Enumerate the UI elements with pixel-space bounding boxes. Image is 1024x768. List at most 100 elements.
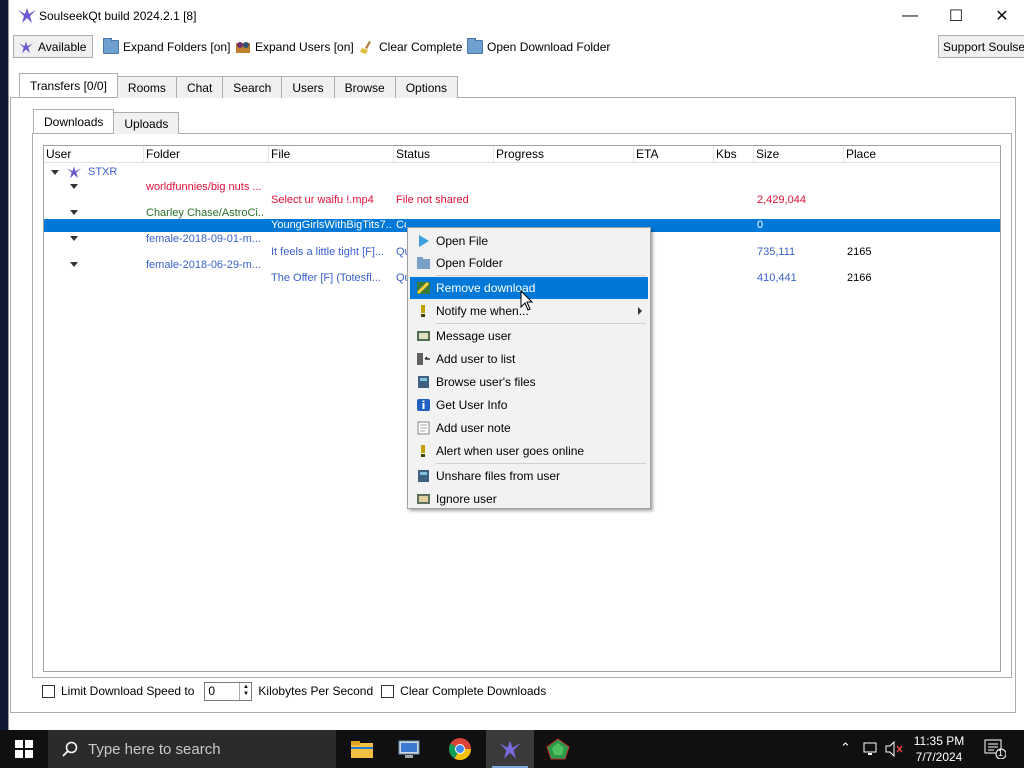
soulseek-bird-icon — [18, 8, 36, 23]
size-cell: 735,111 — [757, 246, 796, 258]
tab-users[interactable]: Users — [281, 76, 335, 98]
menu-label: Notify me when... — [436, 304, 529, 318]
expand-folders-button[interactable]: Expand Folders [on] — [99, 35, 234, 58]
chrome-taskbar-icon[interactable] — [436, 730, 484, 768]
table-row-folder[interactable]: Charley Chase/AstroCi... — [44, 206, 1000, 219]
tab-search[interactable]: Search — [222, 76, 283, 98]
collapse-arrow-icon[interactable] — [70, 184, 78, 189]
column-header-eta[interactable]: ETA — [634, 146, 714, 163]
menu-item-message-user[interactable]: Message user — [410, 325, 648, 347]
menu-item-alert-online[interactable]: Alert when user goes online — [410, 440, 648, 462]
menu-label: Open File — [436, 234, 489, 248]
menu-item-get-user-info[interactable]: Get User Info — [410, 394, 648, 416]
soulseek-bird-icon — [19, 41, 33, 53]
expand-folders-label: Expand Folders [on] — [123, 39, 231, 54]
minimize-button[interactable]: — — [887, 0, 933, 31]
unshare-icon — [418, 470, 429, 482]
speed-spinbox[interactable]: 0 ▲ ▼ — [204, 681, 253, 701]
menu-label: Message user — [436, 329, 512, 343]
menu-label: Get User Info — [436, 398, 508, 412]
size-cell: 0 — [757, 219, 764, 231]
collapse-arrow-icon[interactable] — [70, 236, 78, 241]
context-menu: Open File Open Folder Remove download No… — [407, 227, 651, 509]
column-header-file[interactable]: File — [269, 146, 394, 163]
search-icon — [62, 741, 78, 757]
notification-count: 1 — [998, 748, 1004, 758]
menu-item-add-user[interactable]: Add user to list — [410, 348, 648, 370]
maximize-button[interactable]: ☐ — [933, 0, 979, 31]
tab-browse[interactable]: Browse — [333, 76, 396, 98]
column-header-kbs[interactable]: Kbs — [714, 146, 754, 163]
folder-cell: Charley Chase/AstroCi... — [146, 207, 264, 219]
taskbar: Type here to search ⌃ 11:35 PM 7/7/2024 … — [0, 730, 1024, 768]
support-soulseek-button[interactable]: Support Soulseek — [938, 35, 1024, 58]
remove-download-icon — [416, 281, 430, 295]
remote-desktop-taskbar-icon[interactable] — [386, 730, 434, 768]
chevron-up-icon[interactable]: ⌃ — [840, 740, 851, 756]
soulseek-taskbar-icon[interactable] — [486, 730, 534, 768]
place-cell: 2165 — [847, 246, 872, 258]
system-clock[interactable]: 11:35 PM 7/7/2024 — [908, 733, 970, 765]
speed-value: 0 — [208, 684, 216, 698]
file-explorer-taskbar-icon[interactable] — [338, 730, 386, 768]
tab-chat[interactable]: Chat — [175, 76, 224, 98]
spin-buttons[interactable]: ▲ ▼ — [239, 682, 251, 700]
size-cell: 410,441 — [757, 272, 797, 284]
browse-files-icon — [418, 376, 429, 388]
network-icon[interactable] — [862, 741, 880, 757]
menu-item-open-folder[interactable]: Open Folder — [410, 252, 648, 274]
menu-item-unshare[interactable]: Unshare files from user — [410, 465, 648, 487]
clear-complete-checkbox[interactable] — [381, 684, 395, 698]
exclamation-icon — [421, 305, 425, 317]
app-taskbar-icon[interactable] — [534, 730, 582, 768]
clear-complete-button[interactable]: Clear Complete — [355, 35, 466, 58]
column-header-place[interactable]: Place — [844, 146, 1001, 163]
status-cell: Complete — [396, 219, 406, 231]
menu-label: Open Folder — [436, 256, 503, 270]
tab-downloads[interactable]: Downloads — [33, 109, 115, 133]
play-icon — [419, 235, 429, 247]
taskbar-search-box[interactable]: Type here to search — [48, 730, 336, 768]
user-row[interactable]: STXR — [44, 164, 1000, 180]
menu-item-add-user-note[interactable]: Add user note — [410, 417, 648, 439]
status-cell: File not shared — [396, 194, 469, 206]
column-header-size[interactable]: Size — [754, 146, 844, 163]
tab-transfers[interactable]: Transfers [0/0] — [19, 73, 118, 97]
column-header-folder[interactable]: Folder — [144, 146, 269, 163]
tab-rooms[interactable]: Rooms — [116, 76, 177, 98]
support-label: Support Soulseek — [943, 39, 1024, 54]
expand-users-button[interactable]: Expand Users [on] — [231, 35, 358, 58]
limit-speed-checkbox[interactable] — [42, 684, 55, 698]
soulseek-bird-icon — [67, 166, 81, 179]
volume-muted-icon[interactable] — [884, 741, 904, 757]
open-download-folder-button[interactable]: Open Download Folder — [463, 35, 614, 58]
collapse-arrow-icon[interactable] — [70, 210, 78, 215]
menu-label: Alert when user goes online — [436, 444, 585, 458]
info-icon — [417, 399, 430, 411]
collapse-arrow-icon[interactable] — [51, 170, 59, 175]
file-cell: Select ur waifu !.mp4 — [271, 194, 374, 206]
folder-icon — [417, 257, 430, 269]
search-placeholder: Type here to search — [88, 740, 221, 758]
collapse-arrow-icon[interactable] — [70, 262, 78, 267]
menu-label: Add user to list — [436, 352, 516, 366]
table-row[interactable]: worldfunnies/big nuts ... Select ur waif… — [44, 180, 1000, 206]
menu-item-ignore-user[interactable]: Ignore user — [410, 488, 648, 510]
column-header-user[interactable]: User — [44, 146, 144, 163]
ignore-user-icon — [417, 494, 430, 504]
menu-item-browse-files[interactable]: Browse user's files — [410, 371, 648, 393]
menu-label: Unshare files from user — [436, 469, 561, 483]
folder-cell: female-2018-09-01-m... — [146, 233, 261, 245]
close-button[interactable]: ✕ — [979, 0, 1024, 31]
tab-uploads[interactable]: Uploads — [113, 112, 180, 134]
downloads-footer: Limit Download Speed to 0 ▲ ▼ Kilobytes P… — [42, 681, 546, 701]
file-cell: It feels a little tight [F]... — [271, 246, 385, 258]
menu-item-open-file[interactable]: Open File — [410, 230, 648, 252]
folder-cell: female-2018-06-29-m... — [146, 259, 261, 271]
column-header-progress[interactable]: Progress — [494, 146, 634, 163]
available-status-button[interactable]: Available — [13, 35, 93, 58]
start-button[interactable] — [0, 730, 48, 768]
column-header-status[interactable]: Status — [394, 146, 494, 163]
tab-options[interactable]: Options — [394, 76, 459, 98]
expand-users-label: Expand Users [on] — [255, 39, 354, 54]
